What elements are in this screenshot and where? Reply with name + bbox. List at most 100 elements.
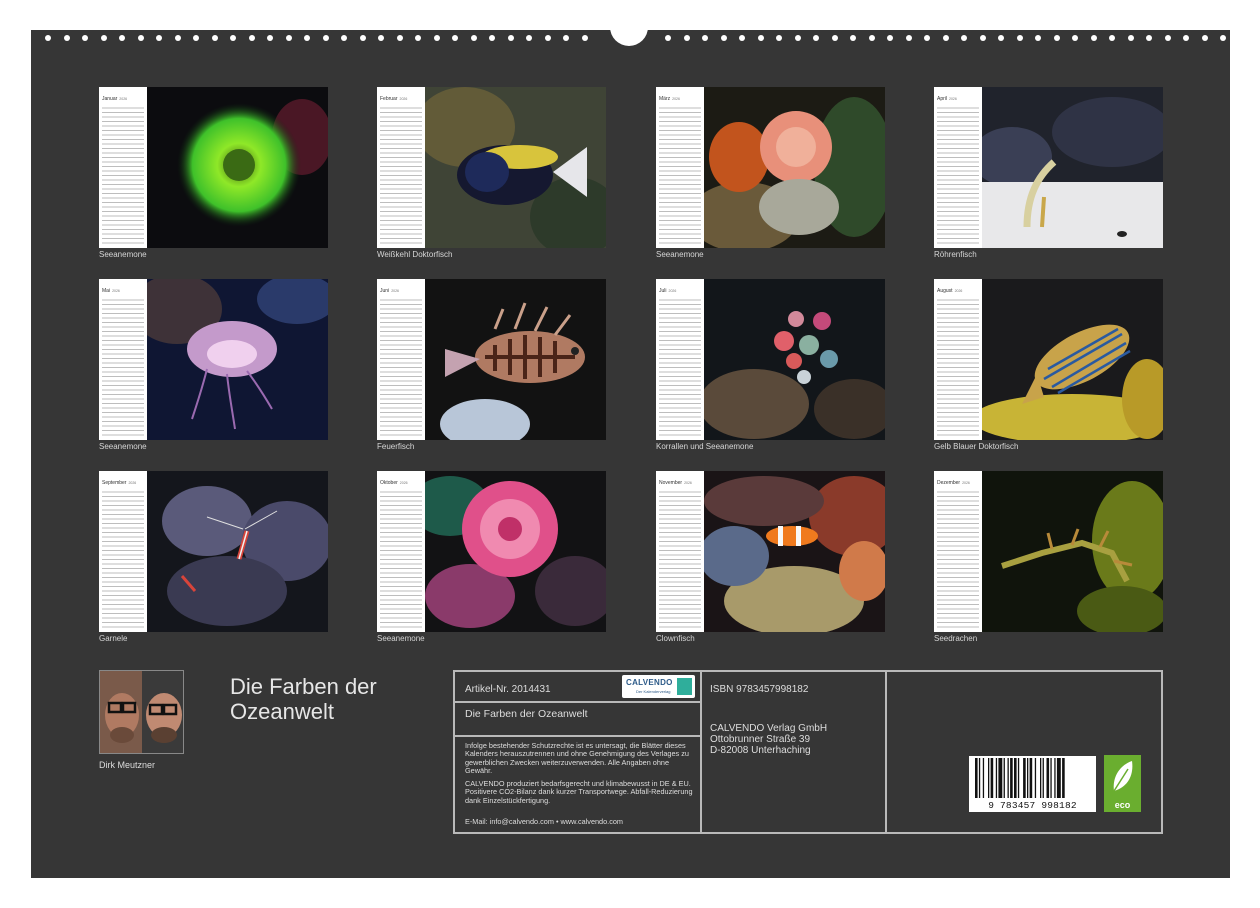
binding-hole [905, 35, 912, 41]
binding-hole [581, 35, 588, 41]
day-lines [102, 104, 144, 244]
month-tile-mai: Mai 2026 Seeanemone [99, 279, 328, 451]
day-lines [659, 104, 701, 244]
binding-hole [119, 35, 125, 41]
binding-hole [563, 35, 569, 41]
month-tile-september: September 2026 Garnele [99, 471, 328, 643]
author-photo [99, 670, 184, 754]
month-name: Februar [380, 96, 398, 102]
binding-hole [267, 35, 273, 41]
calendar-strip: November 2026 [656, 471, 704, 632]
photo-caption: Seeanemone [377, 634, 425, 643]
month-tile-oktober: Oktober 2026 Seeanemone [377, 471, 606, 643]
binding-hole [452, 35, 458, 41]
month-name: Dezember [937, 480, 961, 486]
photo-caption: Garnele [99, 634, 128, 643]
binding-hole [1016, 35, 1023, 41]
month-year: 2026 [119, 97, 128, 101]
month-name: April [937, 96, 948, 102]
binding-hole [285, 35, 292, 41]
calvendo-logo: CALVENDO Der Kalenderverlag [622, 675, 695, 698]
day-lines [937, 488, 979, 628]
day-lines [659, 296, 701, 436]
month-tile-dezember: Dezember 2026 Seedrachen [934, 471, 1163, 643]
isbn: ISBN 9783457998182 [710, 684, 809, 695]
binding-hole [1183, 35, 1189, 41]
publisher-name: CALVENDO Verlag GmbH [710, 723, 828, 734]
binding-hole [341, 35, 347, 41]
month-tile-november: November 2026 Clownfisch [656, 471, 885, 643]
barcode-digits: 9 783457 998182 [988, 800, 1077, 811]
photo-powder-blue-tang [425, 87, 606, 248]
month-year: 2026 [684, 481, 692, 485]
month-year: 2026 [962, 481, 970, 485]
photo-caption: Seeanemone [656, 250, 704, 259]
binding-hole [739, 35, 745, 41]
calendar-strip: Juni 2026 [377, 279, 425, 440]
calendar-title-small: Die Farben der Ozeanwelt [465, 708, 588, 720]
title-line-2: Ozeanwelt [230, 699, 334, 724]
title-line-1: Die Farben der [230, 674, 377, 699]
binding-hole [942, 35, 949, 41]
binding-hole [1127, 35, 1134, 41]
month-year: 2026 [399, 97, 408, 101]
binding-hole [378, 35, 384, 41]
binding-hole [1072, 35, 1078, 41]
photo-lionfish [425, 279, 606, 440]
month-name: November [659, 480, 683, 486]
publisher-street: Ottobrunner Straße 39 [710, 734, 811, 745]
binding-hole [433, 35, 440, 41]
day-lines [380, 296, 422, 436]
binding-hole [45, 35, 51, 41]
spiral-binding [31, 16, 1230, 46]
photo-anemone-green [147, 87, 328, 248]
month-tile-januar: Januar 2026 Seeanemone [99, 87, 328, 259]
binding-hole [304, 35, 310, 41]
photo-caption: Clownfisch [656, 634, 695, 643]
binding-hole [924, 35, 930, 41]
photo-anemone-pink [704, 87, 885, 248]
binding-hole [1109, 35, 1115, 41]
month-name: September [102, 480, 127, 486]
calendar-strip: Oktober 2026 [377, 471, 425, 632]
calendar-strip: Mai 2026 [99, 279, 147, 440]
binding-hole [1201, 35, 1208, 41]
eco-label: eco [1114, 800, 1131, 810]
day-lines [937, 104, 979, 244]
calendar-strip: Februar 2026 [377, 87, 425, 248]
month-tile-maerz: März 2026 Seeanemone [656, 87, 885, 259]
month-year: 2026 [954, 289, 963, 293]
month-name: Oktober [380, 480, 398, 486]
binding-hole [757, 35, 764, 41]
binding-hole [776, 35, 782, 41]
binding-hole [868, 35, 875, 41]
month-tile-juli: Juli 2026 Korrallen und Seeanemone [656, 279, 885, 451]
binding-hole [702, 35, 708, 41]
month-name: März [659, 96, 671, 102]
photo-caption: Seeanemone [99, 442, 147, 451]
month-year: 2026 [128, 481, 137, 485]
eco-badge: eco [1104, 755, 1141, 812]
binding-hole [794, 35, 801, 41]
binding-hole [1035, 35, 1041, 41]
calendar-strip: Dezember 2026 [934, 471, 982, 632]
binding-hole [1164, 35, 1171, 41]
day-lines [380, 488, 422, 628]
day-lines [659, 488, 701, 628]
day-lines [380, 104, 422, 244]
divider [700, 672, 702, 832]
binding-hole [544, 35, 551, 41]
binding-hole [526, 35, 532, 41]
calendar-strip: März 2026 [656, 87, 704, 248]
binding-hole [831, 35, 838, 41]
day-lines [102, 296, 144, 436]
month-year: 2026 [672, 97, 680, 101]
binding-hole [683, 35, 690, 41]
copyright-notice: Infolge bestehender Schutzrechte ist es … [465, 741, 689, 775]
month-name: August [937, 288, 953, 294]
photo-caption: Seedrachen [934, 634, 978, 643]
photo-garden-eel [982, 87, 1163, 248]
photo-caption: Röhrenfisch [934, 250, 977, 259]
photo-seadragon [982, 471, 1163, 632]
divider [885, 672, 887, 832]
